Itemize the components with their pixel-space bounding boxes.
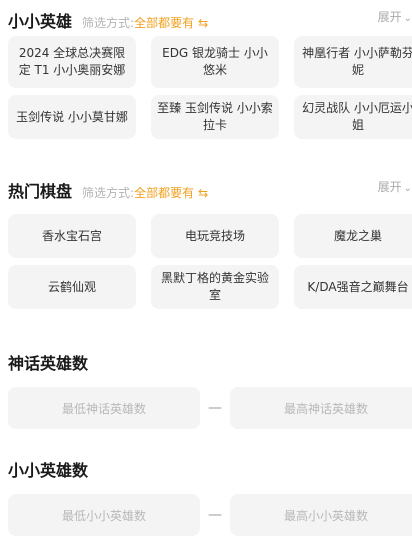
myth-count-title: 神话英雄数 (8, 354, 89, 373)
board-chip[interactable]: 魔龙之巢 (294, 214, 412, 258)
heroes-grid: 2024 全球总决赛限定 T1 小小奥丽安娜 EDG 银龙骑士 小小悠米 神凰行… (8, 36, 412, 139)
boards-filter-toggle[interactable]: 全部都要有 (134, 184, 194, 201)
heroes-title: 小小英雄 (8, 12, 73, 31)
heroes-header: 小小英雄 筛选方式: 全部都要有 ⇆ 展开 ⌄ (8, 8, 412, 32)
hero-chip[interactable]: 2024 全球总决赛限定 T1 小小奥丽安娜 (8, 36, 136, 88)
hero-chip[interactable]: EDG 银龙骑士 小小悠米 (151, 36, 279, 88)
boards-header: 热门棋盘 筛选方式: 全部都要有 ⇆ 展开 ⌄ (8, 178, 412, 202)
boards-filter-label: 筛选方式: (82, 186, 135, 200)
hero-chip[interactable]: 幻灵战队 小小厄运小姐 (294, 95, 412, 139)
chevron-down-icon: ⌄ (403, 13, 412, 24)
small-count-min-input[interactable]: 最低小小英雄数 (8, 494, 200, 536)
myth-count-min-input[interactable]: 最低神话英雄数 (8, 387, 200, 429)
boards-title: 热门棋盘 (8, 182, 73, 201)
hero-chip[interactable]: 至臻 玉剑传说 小小索拉卡 (151, 95, 279, 139)
boards-grid: 香水宝石宫 电玩竞技场 魔龙之巢 云鹤仙观 黑默丁格的黄金实验室 K/DA强音之… (8, 214, 412, 309)
range-separator: — (208, 400, 222, 416)
swap-icon[interactable]: ⇆ (198, 186, 208, 200)
swap-icon[interactable]: ⇆ (198, 16, 208, 30)
hero-chip[interactable]: 玉剑传说 小小莫甘娜 (8, 95, 136, 139)
board-chip[interactable]: 香水宝石宫 (8, 214, 136, 258)
myth-count-range: 最低神话英雄数 — 最高神话英雄数 (8, 387, 412, 429)
myth-count-max-input[interactable]: 最高神话英雄数 (230, 387, 412, 429)
small-count-title: 小小英雄数 (8, 461, 89, 480)
small-count-header: 小小英雄数 (8, 457, 412, 481)
board-chip[interactable]: K/DA强音之巅舞台 (294, 265, 412, 309)
board-chip[interactable]: 黑默丁格的黄金实验室 (151, 265, 279, 309)
small-count-range: 最低小小英雄数 — 最高小小英雄数 (8, 494, 412, 536)
heroes-expand-button[interactable]: 展开 ⌄ (378, 8, 412, 25)
small-count-max-input[interactable]: 最高小小英雄数 (230, 494, 412, 536)
heroes-filter-label: 筛选方式: (82, 16, 135, 30)
myth-count-header: 神话英雄数 (8, 350, 412, 374)
range-separator: — (208, 507, 222, 523)
heroes-filter-toggle[interactable]: 全部都要有 (134, 14, 194, 31)
hero-chip[interactable]: 神凰行者 小小萨勒芬妮 (294, 36, 412, 88)
board-chip[interactable]: 云鹤仙观 (8, 265, 136, 309)
chevron-down-icon: ⌄ (403, 183, 412, 194)
boards-expand-button[interactable]: 展开 ⌄ (378, 178, 412, 195)
board-chip[interactable]: 电玩竞技场 (151, 214, 279, 258)
